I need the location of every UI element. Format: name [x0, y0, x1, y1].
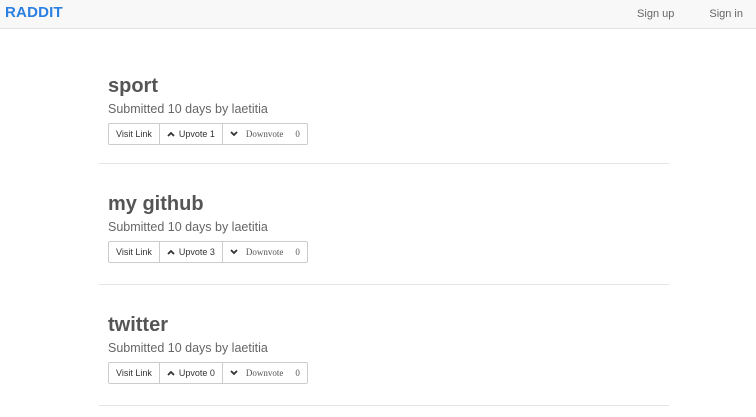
signin-link[interactable]: Sign in [709, 8, 743, 20]
post-list: sport Submitted 10 days by laetitia Visi… [99, 57, 669, 406]
post-actions: Visit Link Upvote 1 Downvote 0 [108, 123, 308, 145]
visit-link-button[interactable]: Visit Link [109, 124, 160, 144]
visit-link-label: Visit Link [116, 368, 152, 378]
downvote-button[interactable]: Downvote 0 [223, 363, 307, 383]
upvote-button[interactable]: Upvote 1 [160, 124, 223, 144]
upvote-button[interactable]: Upvote 3 [160, 242, 223, 262]
downvote-label: Downvote [245, 247, 284, 257]
downvote-count: 0 [295, 368, 300, 378]
upvote-label: Upvote 0 [178, 368, 215, 378]
post-item: twitter Submitted 10 days by laetitia Vi… [99, 299, 669, 406]
navbar: RADDIT Sign up Sign in [0, 0, 756, 29]
visit-link-button[interactable]: Visit Link [109, 242, 160, 262]
downvote-label: Downvote [245, 368, 284, 378]
post-meta: Submitted 10 days by laetitia [108, 102, 268, 116]
downvote-count: 0 [295, 129, 300, 139]
upvote-label: Upvote 1 [178, 129, 215, 139]
post-item: sport Submitted 10 days by laetitia Visi… [99, 57, 669, 164]
post-actions: Visit Link Upvote 0 Downvote 0 [108, 362, 308, 384]
post-item: my github Submitted 10 days by laetitia … [99, 178, 669, 285]
upvote-button[interactable]: Upvote 0 [160, 363, 223, 383]
upvote-label: Upvote 3 [178, 247, 215, 257]
visit-link-button[interactable]: Visit Link [109, 363, 160, 383]
downvote-button[interactable]: Downvote 0 [223, 242, 307, 262]
downvote-count: 0 [295, 247, 300, 257]
brand-logo[interactable]: RADDIT [5, 4, 63, 21]
chevron-up-icon [167, 370, 175, 376]
chevron-down-icon [230, 370, 238, 376]
post-meta: Submitted 10 days by laetitia [108, 341, 268, 355]
post-title[interactable]: sport [108, 74, 669, 98]
downvote-label: Downvote [245, 129, 284, 139]
signup-link[interactable]: Sign up [637, 8, 674, 20]
post-meta: Submitted 10 days by laetitia [108, 220, 268, 234]
nav-links: Sign up Sign in [615, 0, 756, 28]
post-actions: Visit Link Upvote 3 Downvote 0 [108, 241, 308, 263]
chevron-down-icon [230, 249, 238, 255]
visit-link-label: Visit Link [116, 129, 152, 139]
visit-link-label: Visit Link [116, 247, 152, 257]
chevron-down-icon [230, 131, 238, 137]
downvote-button[interactable]: Downvote 0 [223, 124, 307, 144]
chevron-up-icon [167, 249, 175, 255]
chevron-up-icon [167, 131, 175, 137]
post-title[interactable]: twitter [108, 313, 669, 337]
post-title[interactable]: my github [108, 192, 669, 216]
